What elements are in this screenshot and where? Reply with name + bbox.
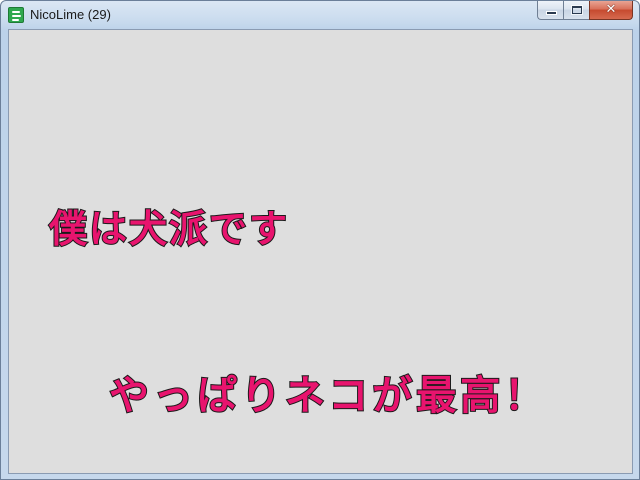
minimize-icon	[546, 11, 557, 15]
maximize-button[interactable]	[563, 1, 589, 20]
comment-canvas: 僕は犬派です やっぱりネコが最高！	[8, 29, 633, 474]
close-button[interactable]: ✕	[589, 1, 633, 20]
maximize-icon	[572, 6, 582, 14]
caption-buttons: ✕	[537, 1, 633, 21]
minimize-button[interactable]	[537, 1, 563, 20]
comment-text: やっぱりネコが最高！	[108, 372, 549, 420]
title-bar[interactable]: NicoLime (29) ✕	[1, 1, 639, 29]
close-icon: ✕	[605, 2, 617, 17]
app-window: NicoLime (29) ✕ 僕は犬派です やっぱりネコが最高！	[0, 0, 640, 480]
comment-text: 僕は犬派です	[48, 206, 290, 252]
window-title: NicoLime (29)	[30, 7, 111, 22]
app-icon[interactable]	[8, 7, 24, 23]
